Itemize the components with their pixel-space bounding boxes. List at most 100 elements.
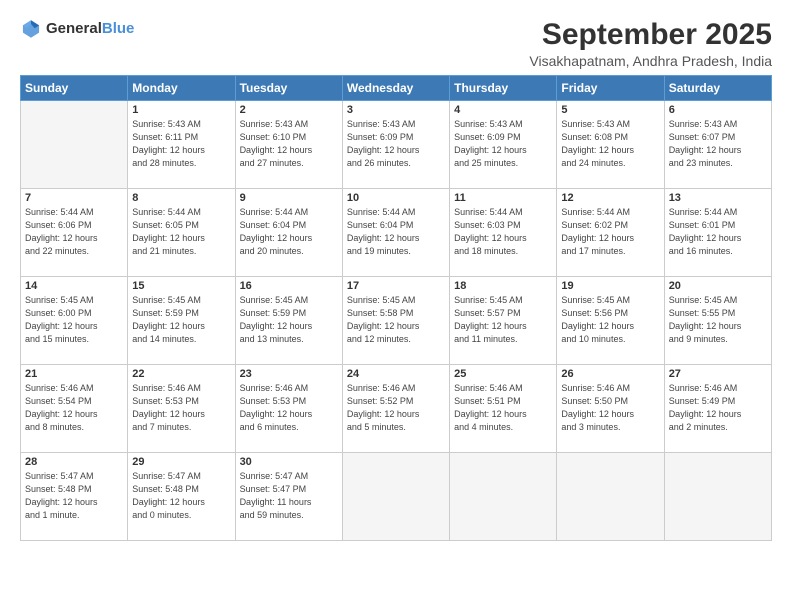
day-info: Sunrise: 5:43 AM Sunset: 6:08 PM Dayligh…: [561, 118, 659, 170]
day-info: Sunrise: 5:45 AM Sunset: 5:59 PM Dayligh…: [240, 294, 338, 346]
day-number: 25: [454, 368, 552, 380]
table-row: 13 Sunrise: 5:44 AM Sunset: 6:01 PM Dayli…: [664, 189, 771, 277]
table-row: [664, 453, 771, 541]
day-number: 20: [669, 280, 767, 292]
day-number: 9: [240, 192, 338, 204]
day-info: Sunrise: 5:44 AM Sunset: 6:04 PM Dayligh…: [240, 206, 338, 258]
day-number: 18: [454, 280, 552, 292]
day-number: 3: [347, 104, 445, 116]
table-row: 4Sunrise: 5:43 AM Sunset: 6:09 PM Daylig…: [450, 101, 557, 189]
day-info: Sunrise: 5:45 AM Sunset: 5:55 PM Dayligh…: [669, 294, 767, 346]
day-info: Sunrise: 5:44 AM Sunset: 6:01 PM Dayligh…: [669, 206, 767, 258]
day-info: Sunrise: 5:45 AM Sunset: 6:00 PM Dayligh…: [25, 294, 123, 346]
table-row: 24 Sunrise: 5:46 AM Sunset: 5:52 PM Dayli…: [342, 365, 449, 453]
col-saturday: Saturday: [664, 76, 771, 101]
col-friday: Friday: [557, 76, 664, 101]
day-number: 27: [669, 368, 767, 380]
day-info: Sunrise: 5:45 AM Sunset: 5:58 PM Dayligh…: [347, 294, 445, 346]
day-info: Sunrise: 5:46 AM Sunset: 5:50 PM Dayligh…: [561, 382, 659, 434]
day-number: 29: [132, 456, 230, 468]
logo: GeneralBlue: [20, 18, 134, 40]
table-row: 22 Sunrise: 5:46 AM Sunset: 5:53 PM Dayli…: [128, 365, 235, 453]
table-row: 10 Sunrise: 5:44 AM Sunset: 6:04 PM Dayli…: [342, 189, 449, 277]
table-row: 3 Sunrise: 5:43 AM Sunset: 6:09 PM Daylig…: [342, 101, 449, 189]
table-row: 6 Sunrise: 5:43 AM Sunset: 6:07 PM Daylig…: [664, 101, 771, 189]
day-number: 19: [561, 280, 659, 292]
day-info: Sunrise: 5:43 AM Sunset: 6:10 PM Dayligh…: [240, 118, 338, 170]
day-number: 10: [347, 192, 445, 204]
day-number: 14: [25, 280, 123, 292]
day-info: Sunrise: 5:44 AM Sunset: 6:02 PM Dayligh…: [561, 206, 659, 258]
day-number: 8: [132, 192, 230, 204]
day-info: Sunrise: 5:45 AM Sunset: 5:57 PM Dayligh…: [454, 294, 552, 346]
col-tuesday: Tuesday: [235, 76, 342, 101]
day-number: 12: [561, 192, 659, 204]
table-row: 7 Sunrise: 5:44 AM Sunset: 6:06 PM Daylig…: [21, 189, 128, 277]
calendar: Sunday Monday Tuesday Wednesday Thursday…: [20, 75, 772, 541]
header: GeneralBlue September 2025 Visakhapatnam…: [20, 18, 772, 69]
day-number: 15: [132, 280, 230, 292]
table-row: [342, 453, 449, 541]
col-sunday: Sunday: [21, 76, 128, 101]
header-row: Sunday Monday Tuesday Wednesday Thursday…: [21, 76, 772, 101]
day-number: 4: [454, 104, 552, 116]
day-number: 28: [25, 456, 123, 468]
day-info: Sunrise: 5:43 AM Sunset: 6:11 PM Dayligh…: [132, 118, 230, 170]
table-row: 9 Sunrise: 5:44 AM Sunset: 6:04 PM Daylig…: [235, 189, 342, 277]
day-info: Sunrise: 5:43 AM Sunset: 6:07 PM Dayligh…: [669, 118, 767, 170]
table-row: 11Sunrise: 5:44 AM Sunset: 6:03 PM Dayli…: [450, 189, 557, 277]
col-thursday: Thursday: [450, 76, 557, 101]
table-row: 8 Sunrise: 5:44 AM Sunset: 6:05 PM Daylig…: [128, 189, 235, 277]
day-number: 11: [454, 192, 552, 204]
day-info: Sunrise: 5:45 AM Sunset: 5:59 PM Dayligh…: [132, 294, 230, 346]
table-row: [557, 453, 664, 541]
day-number: 21: [25, 368, 123, 380]
table-row: 21 Sunrise: 5:46 AM Sunset: 5:54 PM Dayli…: [21, 365, 128, 453]
day-info: Sunrise: 5:47 AM Sunset: 5:48 PM Dayligh…: [132, 470, 230, 522]
table-row: 26 Sunrise: 5:46 AM Sunset: 5:50 PM Dayli…: [557, 365, 664, 453]
table-row: 2 Sunrise: 5:43 AM Sunset: 6:10 PM Daylig…: [235, 101, 342, 189]
day-info: Sunrise: 5:44 AM Sunset: 6:04 PM Dayligh…: [347, 206, 445, 258]
day-info: Sunrise: 5:47 AM Sunset: 5:48 PM Dayligh…: [25, 470, 123, 522]
day-number: 7: [25, 192, 123, 204]
day-info: Sunrise: 5:45 AM Sunset: 5:56 PM Dayligh…: [561, 294, 659, 346]
day-info: Sunrise: 5:46 AM Sunset: 5:52 PM Dayligh…: [347, 382, 445, 434]
logo-icon: [20, 18, 42, 40]
day-number: 26: [561, 368, 659, 380]
table-row: [450, 453, 557, 541]
table-row: 30 Sunrise: 5:47 AM Sunset: 5:47 PM Dayli…: [235, 453, 342, 541]
day-number: 22: [132, 368, 230, 380]
table-row: 5 Sunrise: 5:43 AM Sunset: 6:08 PM Daylig…: [557, 101, 664, 189]
page: GeneralBlue September 2025 Visakhapatnam…: [0, 0, 792, 612]
col-wednesday: Wednesday: [342, 76, 449, 101]
day-number: 13: [669, 192, 767, 204]
table-row: 27 Sunrise: 5:46 AM Sunset: 5:49 PM Dayli…: [664, 365, 771, 453]
day-info: Sunrise: 5:46 AM Sunset: 5:54 PM Dayligh…: [25, 382, 123, 434]
table-row: 1 Sunrise: 5:43 AM Sunset: 6:11 PM Daylig…: [128, 101, 235, 189]
day-info: Sunrise: 5:46 AM Sunset: 5:49 PM Dayligh…: [669, 382, 767, 434]
table-row: 12 Sunrise: 5:44 AM Sunset: 6:02 PM Dayli…: [557, 189, 664, 277]
table-row: 20 Sunrise: 5:45 AM Sunset: 5:55 PM Dayli…: [664, 277, 771, 365]
day-number: 1: [132, 104, 230, 116]
table-row: 19 Sunrise: 5:45 AM Sunset: 5:56 PM Dayli…: [557, 277, 664, 365]
col-monday: Monday: [128, 76, 235, 101]
day-number: 6: [669, 104, 767, 116]
day-number: 30: [240, 456, 338, 468]
table-row: 28 Sunrise: 5:47 AM Sunset: 5:48 PM Dayli…: [21, 453, 128, 541]
month-title: September 2025: [529, 18, 772, 51]
table-row: 25Sunrise: 5:46 AM Sunset: 5:51 PM Dayli…: [450, 365, 557, 453]
day-number: 16: [240, 280, 338, 292]
day-info: Sunrise: 5:46 AM Sunset: 5:53 PM Dayligh…: [240, 382, 338, 434]
day-info: Sunrise: 5:43 AM Sunset: 6:09 PM Dayligh…: [347, 118, 445, 170]
day-info: Sunrise: 5:44 AM Sunset: 6:05 PM Dayligh…: [132, 206, 230, 258]
table-row: 29 Sunrise: 5:47 AM Sunset: 5:48 PM Dayli…: [128, 453, 235, 541]
day-number: 5: [561, 104, 659, 116]
day-info: Sunrise: 5:46 AM Sunset: 5:53 PM Dayligh…: [132, 382, 230, 434]
day-number: 24: [347, 368, 445, 380]
day-number: 2: [240, 104, 338, 116]
table-row: [21, 101, 128, 189]
day-info: Sunrise: 5:44 AM Sunset: 6:06 PM Dayligh…: [25, 206, 123, 258]
table-row: 18 Sunrise: 5:45 AM Sunset: 5:57 PM Dayli…: [450, 277, 557, 365]
table-row: 14 Sunrise: 5:45 AM Sunset: 6:00 PM Dayli…: [21, 277, 128, 365]
day-info: Sunrise: 5:47 AM Sunset: 5:47 PM Dayligh…: [240, 470, 338, 522]
